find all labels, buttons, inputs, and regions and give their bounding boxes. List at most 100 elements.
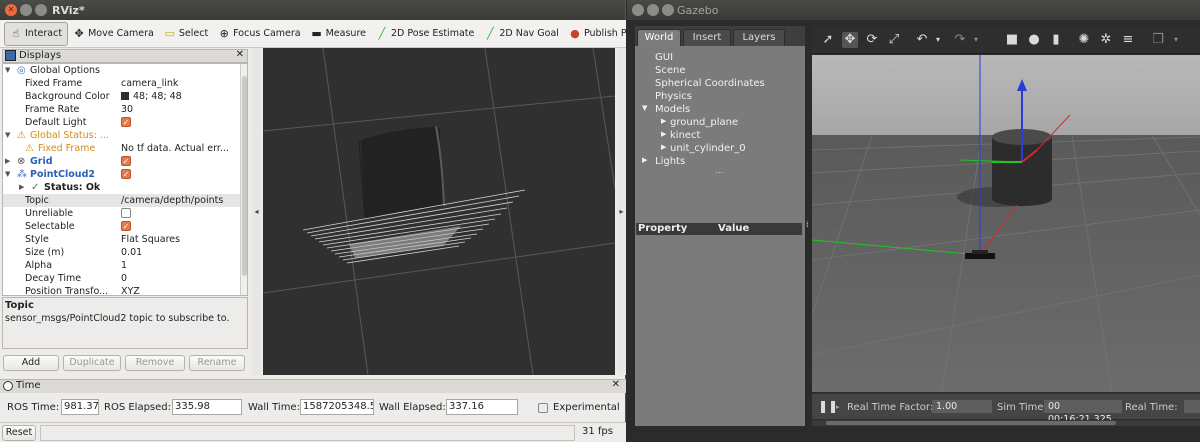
tab-world[interactable]: World (637, 29, 681, 46)
experimental-checkbox[interactable] (538, 403, 548, 413)
tree-row[interactable]: Position Transfo... XYZ (3, 285, 240, 295)
tree-row[interactable]: Size (m) 0.01 (3, 246, 240, 259)
close-icon[interactable]: ✕ (5, 4, 17, 16)
tab-insert[interactable]: Insert (683, 29, 731, 46)
right-splitter[interactable]: ▸ (617, 48, 626, 375)
tree-row[interactable]: Fixed Frame camera_link (3, 77, 240, 90)
checkbox[interactable] (121, 207, 131, 218)
move-camera-tool[interactable]: ✥ Move Camera (68, 22, 159, 46)
color-swatch[interactable] (121, 91, 129, 100)
2d-nav-goal-tool[interactable]: ╱ 2D Nav Goal (479, 22, 564, 46)
tree-row-value[interactable]: 30 (121, 103, 239, 116)
tree-row[interactable]: Default Light ✓ (3, 116, 240, 129)
collapsed-arrow-icon[interactable]: ▶ (661, 143, 666, 151)
copy-icon[interactable]: ❐ (1150, 32, 1166, 48)
cylinder-shape-icon[interactable]: ▮ (1048, 32, 1064, 48)
collapsed-arrow-icon[interactable]: ▶ (661, 117, 666, 125)
tree-row-value[interactable]: ✓ (121, 168, 239, 181)
gazebo-hscrollbar[interactable] (812, 420, 1200, 426)
minimize-icon[interactable] (647, 4, 659, 16)
tree-row-value[interactable]: camera_link (121, 77, 239, 90)
tree-row[interactable]: ▶ ✓ Status: Ok (3, 181, 240, 194)
redo-icon[interactable]: ↷ (952, 32, 968, 48)
tree-row-value[interactable]: ✓ (121, 220, 239, 233)
left-splitter[interactable]: ◂ (252, 48, 261, 375)
expanded-arrow-icon[interactable]: ▼ (5, 64, 10, 77)
expanded-arrow-icon[interactable]: ▼ (642, 104, 647, 112)
rename-button[interactable]: Rename (189, 355, 245, 371)
collapsed-arrow-icon[interactable]: ▶ (5, 155, 10, 168)
tree-row[interactable]: Unreliable (3, 207, 240, 220)
collapsed-arrow-icon[interactable]: ▶ (19, 181, 24, 194)
tree-row[interactable]: ⚠ Fixed Frame No tf data. Actual err... (3, 142, 240, 155)
remove-button[interactable]: Remove (125, 355, 185, 371)
tree-row-value[interactable]: ✓ (121, 116, 239, 129)
ros-time-field[interactable]: 981.37 (61, 399, 99, 415)
minimize-icon[interactable] (20, 4, 32, 16)
tree-row[interactable]: Decay Time 0 (3, 272, 240, 285)
translate-icon[interactable]: ✥ (842, 32, 858, 48)
close-icon[interactable] (632, 4, 644, 16)
tree-row[interactable]: Alpha 1 (3, 259, 240, 272)
tree-row-value[interactable]: 0 (121, 272, 239, 285)
undo-icon[interactable]: ↶ (914, 32, 930, 48)
tree-row-value[interactable]: /camera/depth/points (121, 194, 239, 207)
tree-row-value[interactable]: 48; 48; 48 (121, 90, 239, 103)
close-icon[interactable]: ✕ (612, 379, 620, 390)
select-tool[interactable]: ▭ Select (159, 22, 213, 46)
tab-layers[interactable]: Layers (733, 29, 785, 46)
chevron-down-icon[interactable]: ▾ (968, 32, 984, 48)
world-item-lights[interactable]: Lights (655, 156, 685, 167)
step-icon[interactable]: ▸ (836, 403, 840, 411)
tree-row[interactable]: Topic/camera/depth/points (3, 194, 240, 207)
directional-light-icon[interactable]: ≡ (1120, 32, 1136, 48)
rotate-icon[interactable]: ⟳ (864, 32, 880, 48)
chevron-down-icon[interactable]: ▾ (930, 32, 946, 48)
duplicate-button[interactable]: Duplicate (63, 355, 121, 371)
tree-row[interactable]: ▼ ◎ Global Options (3, 64, 240, 77)
focus-camera-tool[interactable]: ⊕ Focus Camera (213, 22, 305, 46)
expanded-arrow-icon[interactable]: ▼ (5, 129, 10, 142)
tree-row[interactable]: ▼ ⚠ Global Status: ... (3, 129, 240, 142)
world-item-gui[interactable]: GUI (655, 52, 673, 63)
sphere-shape-icon[interactable]: ● (1026, 32, 1042, 48)
select-arrow-icon[interactable]: ➚ (820, 32, 836, 48)
tree-row[interactable]: Style Flat Squares (3, 233, 240, 246)
tree-row-value[interactable]: ✓ (121, 155, 239, 168)
tree-row-value[interactable]: No tf data. Actual err... (121, 142, 239, 155)
splitter-grip-icon[interactable]: ⋯ (715, 168, 723, 177)
collapsed-arrow-icon[interactable]: ▶ (661, 130, 666, 138)
checkbox[interactable]: ✓ (121, 168, 131, 179)
close-icon[interactable]: ✕ (236, 49, 244, 60)
world-item-spherical[interactable]: Spherical Coordinates (655, 78, 765, 89)
rviz-3d-view[interactable] (263, 48, 615, 375)
tree-row-value[interactable]: 1 (121, 259, 239, 272)
chevron-down-icon[interactable]: ▾ (1168, 32, 1184, 48)
tree-scrollbar[interactable] (240, 64, 247, 295)
tree-row[interactable]: Selectable ✓ (3, 220, 240, 233)
world-item-models[interactable]: Models (655, 104, 690, 115)
box-shape-icon[interactable]: ■ (1004, 32, 1020, 48)
checkbox[interactable]: ✓ (121, 116, 131, 127)
gazebo-3d-scene[interactable] (812, 55, 1200, 392)
point-light-icon[interactable]: ✺ (1076, 32, 1092, 48)
tree-row-value[interactable]: Flat Squares (121, 233, 239, 246)
maximize-icon[interactable] (662, 4, 674, 16)
tree-row[interactable]: Background Color 48; 48; 48 (3, 90, 240, 103)
tree-row[interactable]: ▼ ⁂ PointCloud2 ✓ (3, 168, 240, 181)
add-button[interactable]: Add (3, 355, 59, 371)
wall-time-field[interactable]: 1587205348.53 (300, 399, 374, 415)
scale-icon[interactable]: ⤢ (886, 32, 902, 48)
checkbox[interactable]: ✓ (121, 155, 131, 166)
tree-row-value[interactable]: XYZ (121, 285, 239, 295)
maximize-icon[interactable] (35, 4, 47, 16)
tree-row-value[interactable] (121, 207, 239, 220)
model-kinect[interactable]: kinect (670, 130, 700, 141)
2d-pose-estimate-tool[interactable]: ╱ 2D Pose Estimate (371, 22, 479, 46)
world-item-physics[interactable]: Physics (655, 91, 692, 102)
spot-light-icon[interactable]: ✲ (1098, 32, 1114, 48)
checkbox[interactable]: ✓ (121, 220, 131, 231)
wall-elapsed-field[interactable]: 337.16 (446, 399, 518, 415)
tree-row[interactable]: ▶ ⊗ Grid ✓ (3, 155, 240, 168)
tree-row[interactable]: Frame Rate 30 (3, 103, 240, 116)
